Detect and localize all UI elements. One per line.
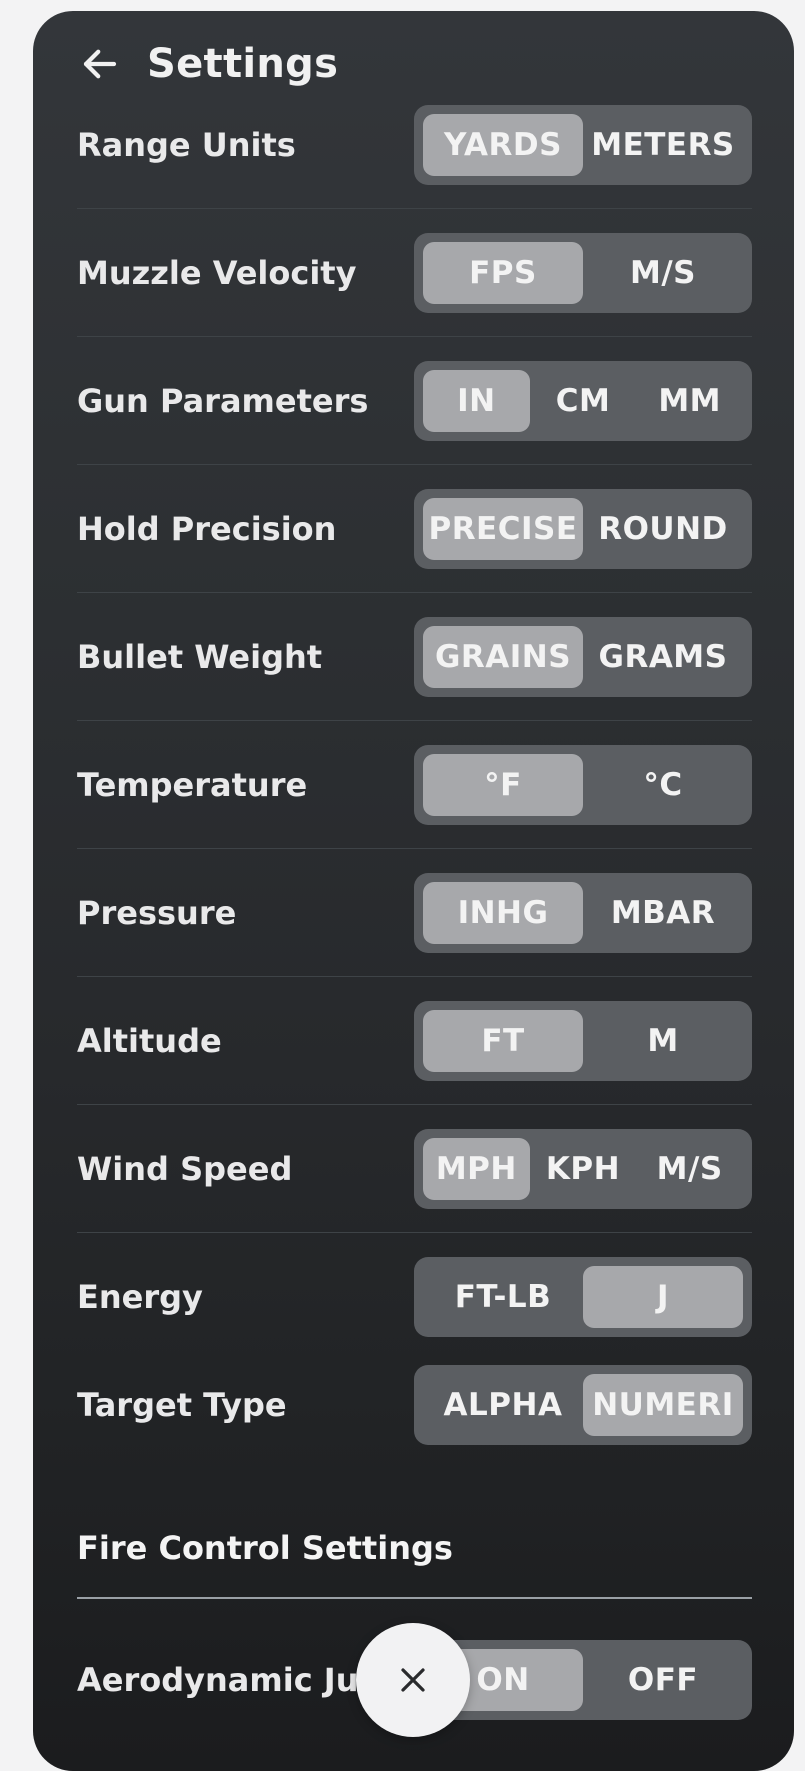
segment-option-ft-lb[interactable]: FT-LB [423,1266,583,1328]
segment-option-mbar[interactable]: MBAR [583,882,743,944]
segmented-control: °F °C [414,745,752,825]
setting-row-target-type: Target Type ALPHA NUMERI [77,1341,752,1469]
segment-option-f[interactable]: °F [423,754,583,816]
segment-option-kph[interactable]: KPH [530,1138,637,1200]
setting-label: Aerodynamic Jum [77,1661,392,1699]
segmented-control: ALPHA NUMERI [414,1365,752,1445]
segment-option-c[interactable]: °C [583,754,743,816]
settings-panel: Settings Range Units YARDS METERS Muzzle Ve… [33,11,794,1771]
setting-row-bullet-weight: Bullet Weight GRAINS GRAMS [77,593,752,721]
segment-option-mm[interactable]: MM [636,370,743,432]
segment-option-cm[interactable]: CM [530,370,637,432]
setting-label: Hold Precision [77,510,337,548]
section-divider [77,1597,752,1599]
segment-option-m-s[interactable]: M/S [583,242,743,304]
setting-row-pressure: Pressure INHG MBAR [77,849,752,977]
setting-row-wind-speed: Wind Speed MPH KPH M/S [77,1105,752,1233]
segment-option-fps[interactable]: FPS [423,242,583,304]
setting-row-gun-parameters: Gun Parameters IN CM MM [77,337,752,465]
setting-label: Gun Parameters [77,382,369,420]
segment-option-m[interactable]: M [583,1010,743,1072]
segment-option-yards[interactable]: YARDS [423,114,583,176]
segment-option-off[interactable]: OFF [583,1649,743,1711]
segmented-control: FPS M/S [414,233,752,313]
close-icon [401,1668,425,1692]
segmented-control: YARDS METERS [414,105,752,185]
setting-label: Energy [77,1278,203,1316]
setting-label: Pressure [77,894,237,932]
close-button[interactable] [356,1623,470,1737]
setting-label: Wind Speed [77,1150,293,1188]
segment-option-grams[interactable]: GRAMS [583,626,743,688]
segmented-control: FT-LB J [414,1257,752,1337]
setting-row-altitude: Altitude FT M [77,977,752,1105]
setting-label: Range Units [77,126,296,164]
segment-option-inhg[interactable]: INHG [423,882,583,944]
segment-option-grains[interactable]: GRAINS [423,626,583,688]
segmented-control: MPH KPH M/S [414,1129,752,1209]
segmented-control: INHG MBAR [414,873,752,953]
segmented-control: FT M [414,1001,752,1081]
setting-label: Muzzle Velocity [77,254,357,292]
segment-option-in[interactable]: IN [423,370,530,432]
segmented-control: GRAINS GRAMS [414,617,752,697]
segment-option-m-s[interactable]: M/S [636,1138,743,1200]
section-title-fire-control: Fire Control Settings [77,1529,453,1567]
segmented-control: IN CM MM [414,361,752,441]
segment-option-j[interactable]: J [583,1266,743,1328]
setting-label: Bullet Weight [77,638,323,676]
segment-option-round[interactable]: ROUND [583,498,743,560]
segment-option-numeri[interactable]: NUMERI [583,1374,743,1436]
setting-row-muzzle-velocity: Muzzle Velocity FPS M/S [77,209,752,337]
setting-row-range-units: Range Units YARDS METERS [77,81,752,209]
segment-option-meters[interactable]: METERS [583,114,743,176]
setting-label: Altitude [77,1022,222,1060]
segmented-control: PRECISE ROUND [414,489,752,569]
segment-option-alpha[interactable]: ALPHA [423,1374,583,1436]
setting-label: Target Type [77,1386,287,1424]
segment-option-precise[interactable]: PRECISE [423,498,583,560]
segment-option-mph[interactable]: MPH [423,1138,530,1200]
setting-row-temperature: Temperature °F °C [77,721,752,849]
setting-row-hold-precision: Hold Precision PRECISE ROUND [77,465,752,593]
setting-label: Temperature [77,766,308,804]
arrow-left-icon[interactable] [79,43,121,85]
segment-option-ft[interactable]: FT [423,1010,583,1072]
